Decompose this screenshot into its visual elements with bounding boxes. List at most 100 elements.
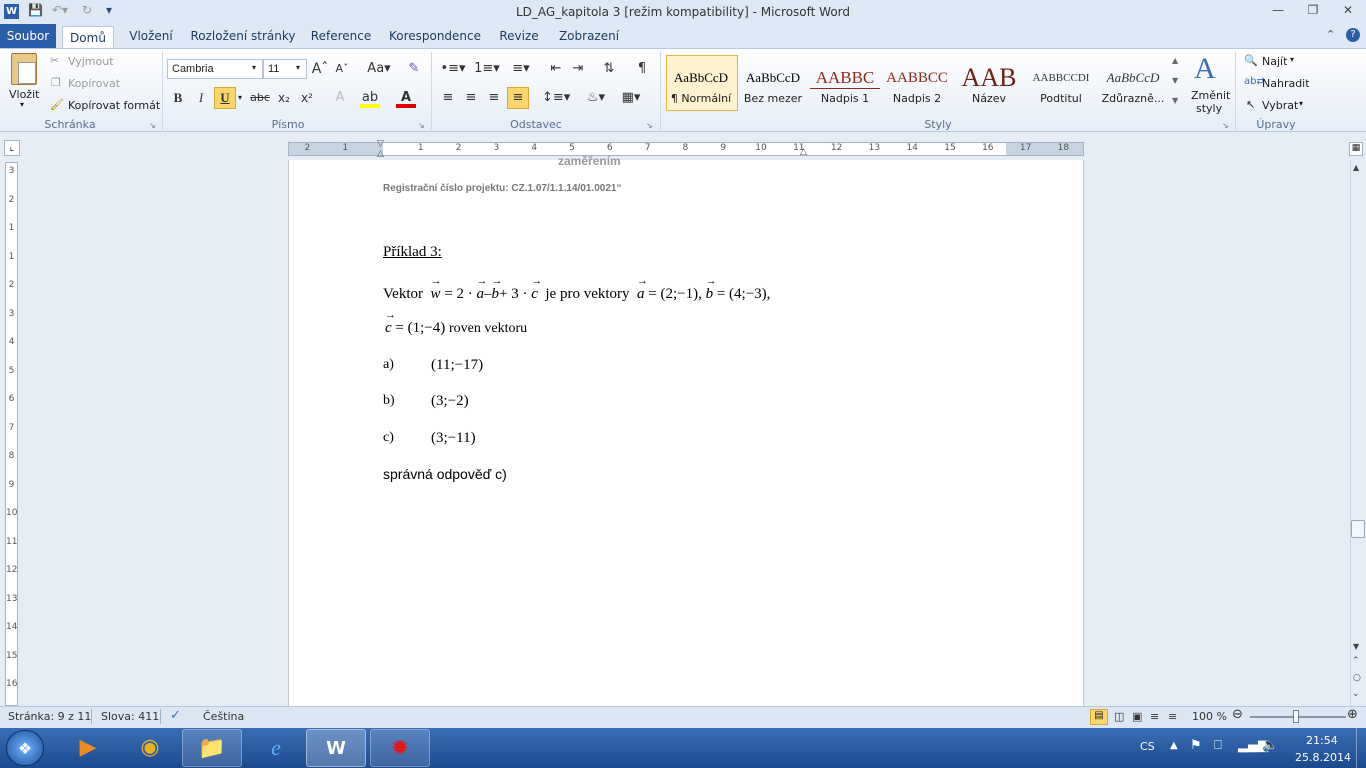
font-name-select[interactable]: Cambria xyxy=(167,59,263,79)
show-hidden-icons-icon[interactable]: ▲ xyxy=(1170,740,1178,751)
draft-view-icon[interactable]: ≡ xyxy=(1168,710,1177,723)
align-left-icon[interactable]: ≡ xyxy=(438,88,458,108)
style-7[interactable]: AaBbCcD Zdůrazně... xyxy=(1098,56,1168,110)
gallery-scroll-up-icon[interactable]: ▲ xyxy=(1172,56,1178,65)
start-button[interactable]: ❖ xyxy=(6,730,44,766)
zoom-out-icon[interactable]: ⊖ xyxy=(1232,707,1243,722)
outline-view-icon[interactable]: ≡ xyxy=(1150,710,1159,723)
previous-page-icon[interactable]: ⌃ xyxy=(1352,656,1360,666)
chevron-down-icon[interactable]: ▾ xyxy=(296,63,300,72)
next-page-icon[interactable]: ⌄ xyxy=(1352,689,1360,699)
paste-dropdown-icon[interactable]: ▾ xyxy=(20,100,24,109)
format-painter-button[interactable]: Kopírovat formát xyxy=(68,99,160,112)
align-center-icon[interactable]: ≡ xyxy=(461,88,481,108)
scroll-up-icon[interactable]: ▲ xyxy=(1353,163,1359,172)
dialog-launcher-icon[interactable]: ↘ xyxy=(1222,121,1229,130)
flag-icon[interactable]: ⚑ xyxy=(1190,738,1202,753)
dialog-launcher-icon[interactable]: ↘ xyxy=(149,121,156,130)
zoom-in-icon[interactable]: ⊕ xyxy=(1347,707,1358,722)
italic-button[interactable]: I xyxy=(191,88,211,108)
bullets-icon[interactable]: •≡▾ xyxy=(438,59,468,79)
scroll-down-icon[interactable]: ▼ xyxy=(1353,642,1359,651)
highlight-icon[interactable]: ab xyxy=(360,88,380,108)
change-styles-icon[interactable]: A xyxy=(1194,52,1216,86)
copy-button[interactable]: Kopírovat xyxy=(68,77,120,90)
vertical-scrollbar[interactable] xyxy=(1350,160,1366,706)
device-icon[interactable]: ⎕ xyxy=(1214,738,1222,753)
paste-icon[interactable] xyxy=(11,53,37,85)
web-layout-view-icon[interactable]: ▣ xyxy=(1132,710,1142,723)
gallery-scroll-down-icon[interactable]: ▼ xyxy=(1172,76,1178,85)
view-ruler-icon[interactable]: ▦ xyxy=(1349,142,1363,156)
shrink-font-icon[interactable]: Aˇ xyxy=(332,59,352,79)
input-language[interactable]: CS xyxy=(1140,740,1155,753)
tab-references[interactable]: Reference xyxy=(308,24,374,48)
tab-home[interactable]: Domů xyxy=(62,26,114,49)
grow-font-icon[interactable]: Aˆ xyxy=(310,59,330,79)
zoom-slider-thumb[interactable] xyxy=(1293,710,1299,723)
multilevel-list-icon[interactable]: ≡▾ xyxy=(506,59,536,79)
indent-marker-icon[interactable]: △ xyxy=(377,149,384,159)
splat-app-icon[interactable]: ✹ xyxy=(370,729,430,767)
chevron-down-icon[interactable]: ▾ xyxy=(1290,55,1294,64)
full-screen-view-icon[interactable]: ◫ xyxy=(1114,710,1124,723)
sort-icon[interactable]: ⇅ xyxy=(599,59,619,79)
zoom-level[interactable]: 100 % xyxy=(1192,710,1227,723)
chevron-down-icon[interactable]: ▾ xyxy=(238,93,242,102)
tab-mailings[interactable]: Korespondence xyxy=(386,24,484,48)
shading-icon[interactable]: ♨▾ xyxy=(582,88,610,108)
font-size-select[interactable]: 11 xyxy=(263,59,307,79)
cut-button[interactable]: Vyjmout xyxy=(68,55,114,68)
select-button[interactable]: Vybrat xyxy=(1262,99,1298,112)
browse-object-icon[interactable]: ○ xyxy=(1353,673,1361,683)
gallery-more-icon[interactable]: ▼ xyxy=(1172,96,1178,105)
word-taskbar-icon[interactable]: W xyxy=(306,729,366,767)
tab-insert[interactable]: Vložení xyxy=(124,24,178,48)
font-color-icon[interactable]: A xyxy=(396,88,416,108)
clock-date[interactable]: 25.8.2014 xyxy=(1295,751,1351,764)
page-count[interactable]: Stránka: 9 z 11 xyxy=(8,710,91,723)
clear-formatting-icon[interactable]: ✎ xyxy=(404,59,424,79)
subscript-button[interactable]: x₂ xyxy=(274,88,294,108)
show-marks-icon[interactable]: ¶ xyxy=(632,59,652,79)
clock-time[interactable]: 21:54 xyxy=(1306,734,1338,747)
find-button[interactable]: Najít xyxy=(1262,55,1287,68)
justify-icon[interactable]: ≡ xyxy=(507,87,529,109)
page[interactable] xyxy=(288,160,1084,706)
style-3[interactable]: AABBC Nadpis 1 xyxy=(810,56,880,110)
numbering-icon[interactable]: 1≡▾ xyxy=(472,59,502,79)
tab-selector-icon[interactable]: ⌞ xyxy=(4,140,20,156)
change-case-icon[interactable]: Aa▾ xyxy=(366,59,392,79)
change-styles-button[interactable]: Změnit xyxy=(1191,89,1230,102)
internet-explorer-icon[interactable]: e xyxy=(246,729,306,767)
print-layout-view-icon[interactable]: ▤ xyxy=(1090,709,1108,725)
style-1[interactable]: AaBbCcD ¶ Normální xyxy=(666,56,736,110)
tab-layout[interactable]: Rozložení stránky xyxy=(190,24,296,48)
dialog-launcher-icon[interactable]: ↘ xyxy=(646,121,653,130)
media-player-icon[interactable]: ▶ xyxy=(58,729,118,767)
borders-icon[interactable]: ▦▾ xyxy=(617,88,645,108)
tab-review[interactable]: Revize xyxy=(496,24,542,48)
bold-button[interactable]: B xyxy=(168,88,188,108)
help-icon[interactable]: ? xyxy=(1346,28,1360,42)
language-indicator[interactable]: Čeština xyxy=(203,710,244,723)
indent-marker-icon[interactable]: ▽ xyxy=(377,139,384,149)
decrease-indent-icon[interactable]: ⇤ xyxy=(546,59,566,79)
chevron-down-icon[interactable]: ▾ xyxy=(1299,99,1303,108)
underline-button[interactable]: U xyxy=(214,87,236,109)
paste-button[interactable]: Vložit xyxy=(9,88,39,101)
style-6[interactable]: AABBCCDI Podtitul xyxy=(1026,56,1096,110)
close-icon[interactable]: ✕ xyxy=(1336,3,1360,21)
file-explorer-icon[interactable]: 📁 xyxy=(182,729,242,767)
tab-file[interactable]: Soubor xyxy=(0,24,56,48)
word-count[interactable]: Slova: 411 xyxy=(101,710,159,723)
minimize-icon[interactable]: — xyxy=(1266,3,1290,21)
superscript-button[interactable]: x² xyxy=(297,88,317,108)
style-5[interactable]: AAB Název xyxy=(954,56,1024,110)
show-desktop-button[interactable] xyxy=(1356,728,1366,768)
replace-button[interactable]: Nahradit xyxy=(1262,77,1310,90)
chevron-up-icon[interactable]: ⌃ xyxy=(1326,28,1335,41)
proofing-icon[interactable]: ✓ xyxy=(170,708,181,723)
change-styles-button-line2[interactable]: styly xyxy=(1196,102,1222,115)
style-4[interactable]: AABBCC Nadpis 2 xyxy=(882,56,952,110)
